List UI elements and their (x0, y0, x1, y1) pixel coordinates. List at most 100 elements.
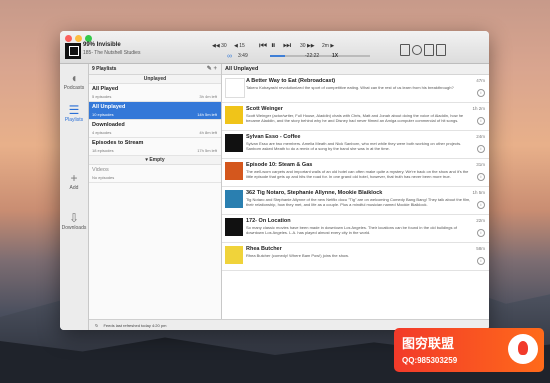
episode-artwork (225, 218, 243, 236)
playlist-name: Episodes to Stream (92, 140, 144, 146)
info-icon[interactable] (412, 45, 422, 55)
playlist-row[interactable]: Videos No episodes (89, 165, 221, 183)
episode-artwork (225, 190, 243, 208)
episode-description: Rhea Butcher (comedy! Where Bam Pow!) jo… (246, 253, 349, 258)
playlist-duration: 17h 5m left (197, 148, 217, 153)
playlist-count: 10 episodes (92, 112, 114, 117)
episode-row[interactable]: Scott Weinger Scott Weinger (actor/writer… (222, 103, 489, 131)
episode-title: 362 Tig Notaro, Stephanie Allynne, Mooki… (246, 190, 383, 196)
sidebar-item-playlists[interactable]: ☰ Playlists (60, 104, 88, 123)
speed-button[interactable]: 1X (332, 53, 338, 59)
skip-back-label: 30 (221, 43, 227, 49)
close-button[interactable] (65, 35, 72, 42)
episode-row[interactable]: 172- On Location So many classic movies h… (222, 215, 489, 243)
episode-title: A Better Way to Eat (Rebroadcast) (246, 78, 336, 84)
progress-track[interactable] (285, 55, 370, 57)
episode-row[interactable]: 362 Tig Notaro, Stephanie Allynne, Mooki… (222, 187, 489, 215)
episode-title: Scott Weinger (246, 106, 283, 112)
playlist-duration: 14h 5m left (197, 112, 217, 117)
sidebar-label: Playlists (64, 117, 84, 123)
skip-back-small-label: 15 (239, 43, 245, 49)
episode-duration: 24m (476, 134, 485, 139)
elapsed-time: 3:49 (238, 53, 248, 59)
flame-logo-icon (508, 334, 538, 364)
section-header: ▾ Empty (89, 156, 221, 165)
episode-duration: 1h 5m (472, 190, 485, 195)
info-icon[interactable]: i (477, 173, 485, 181)
playlist-duration: 4h 8m left (199, 130, 217, 135)
queue-icon[interactable] (400, 44, 410, 56)
episode-title: Episode 10: Steam & Gas (246, 162, 313, 168)
episode-row[interactable]: Episode 10: Steam & Gas The well-worn car… (222, 159, 489, 187)
zoom-button[interactable] (85, 35, 92, 42)
episode-description: Takeru Kobayashi revolutionized the spor… (246, 85, 454, 90)
episode-duration: 31m (476, 162, 485, 167)
info-icon[interactable]: i (477, 117, 485, 125)
section-label: Empty (149, 157, 165, 163)
refresh-icon[interactable]: ↻ (95, 323, 98, 328)
remaining-time: -22:22 (305, 53, 320, 59)
playlist-row[interactable]: Episodes to Stream 18 episodes 17h 5m le… (89, 138, 221, 156)
episode-description: Scott Weinger (actor/writer, Full House,… (246, 113, 464, 123)
playlist-count: 4 episodes (92, 130, 112, 135)
playlist-count: 18 episodes (92, 148, 114, 153)
episode-description: Sylvan Esso are two members. Amelia Meat… (246, 141, 462, 151)
progress-fill (270, 55, 285, 57)
skip-fwd-small-label: 2m (322, 43, 329, 49)
info-icon[interactable]: i (477, 89, 485, 97)
sidebar-label: Downloads (61, 225, 87, 231)
skip-back-button[interactable]: ◀◀ 30 (212, 43, 227, 49)
skip-fwd-small-button[interactable]: 2m ▶ (322, 43, 334, 49)
previous-icon[interactable]: ⏮ (259, 40, 267, 51)
playlist-row[interactable]: All Played 5 episodes 3h 4m left (89, 84, 221, 102)
next-icon[interactable]: ⏭ (283, 40, 291, 51)
episode-duration: 1h 2m (472, 106, 485, 111)
sidebar-item-downloads[interactable]: ⇩ Downloads (60, 212, 88, 231)
playlist-row[interactable]: Downloaded 4 episodes 4h 8m left (89, 120, 221, 138)
loop-icon[interactable]: ∞ (227, 53, 232, 60)
sidebar-item-add[interactable]: + Add (60, 172, 88, 191)
add-playlist-icon[interactable]: ✎ + (207, 64, 217, 74)
minimize-button[interactable] (75, 35, 82, 42)
episode-artwork (225, 134, 243, 152)
episode-title: Rhea Butcher (246, 246, 282, 252)
playlists-pane: 9 Playlists ✎ + Unplayed All Played 5 ep… (89, 64, 222, 330)
episode-artwork (225, 162, 243, 180)
info-icon[interactable]: i (477, 145, 485, 153)
playlist-name: All Unplayed (92, 104, 126, 110)
plus-icon: + (70, 171, 78, 185)
info-icon[interactable]: i (477, 257, 485, 265)
share-icon[interactable] (424, 44, 434, 56)
sidebar-item-podcasts[interactable]: ◖ Podcasts (60, 72, 88, 91)
info-icon[interactable]: i (477, 229, 485, 237)
sidebar-label: Add (69, 185, 79, 191)
episode-artwork (225, 106, 243, 124)
playlist-name: Videos (92, 167, 109, 173)
episode-title: Sylvan Esso - Coffee (246, 134, 301, 140)
episode-row[interactable]: Sylvan Esso - Coffee Sylvan Esso are two … (222, 131, 489, 159)
pause-icon[interactable]: ⏸ (271, 40, 276, 51)
episode-list-title: All Unplayed (225, 66, 259, 72)
watermark-badge: 图穷联盟 QQ:985303259 (394, 328, 544, 372)
watermark-title: 图穷联盟 (402, 336, 455, 351)
playlist-name: All Played (92, 86, 119, 92)
episode-description: The well-worn carpets and important wall… (246, 169, 469, 179)
episode-row[interactable]: Rhea Butcher Rhea Butcher (comedy! Where … (222, 243, 489, 271)
episode-duration: 22m (476, 218, 485, 223)
episode-list-header: All Unplayed (222, 64, 489, 75)
speaker-icon: ◖ (70, 71, 78, 85)
podcast-artwork[interactable] (65, 43, 81, 59)
sidebar-label: Podcasts (63, 85, 85, 91)
episode-row[interactable]: A Better Way to Eat (Rebroadcast) Takeru … (222, 75, 489, 103)
episode-artwork (225, 78, 245, 98)
airplay-icon[interactable] (436, 44, 446, 56)
info-icon[interactable]: i (477, 201, 485, 209)
episode-duration: 58m (476, 246, 485, 251)
episode-duration: 47m (476, 78, 485, 83)
playlists-header: 9 Playlists ✎ + (89, 64, 221, 75)
skip-back-small-button[interactable]: ◀ 15 (234, 43, 245, 49)
episode-artwork (225, 246, 243, 264)
skip-fwd-button[interactable]: 30 ▶▶ (300, 43, 315, 49)
playlist-count: No episodes (92, 175, 115, 180)
playlist-row[interactable]: All Unplayed 10 episodes 14h 5m left (89, 102, 221, 120)
